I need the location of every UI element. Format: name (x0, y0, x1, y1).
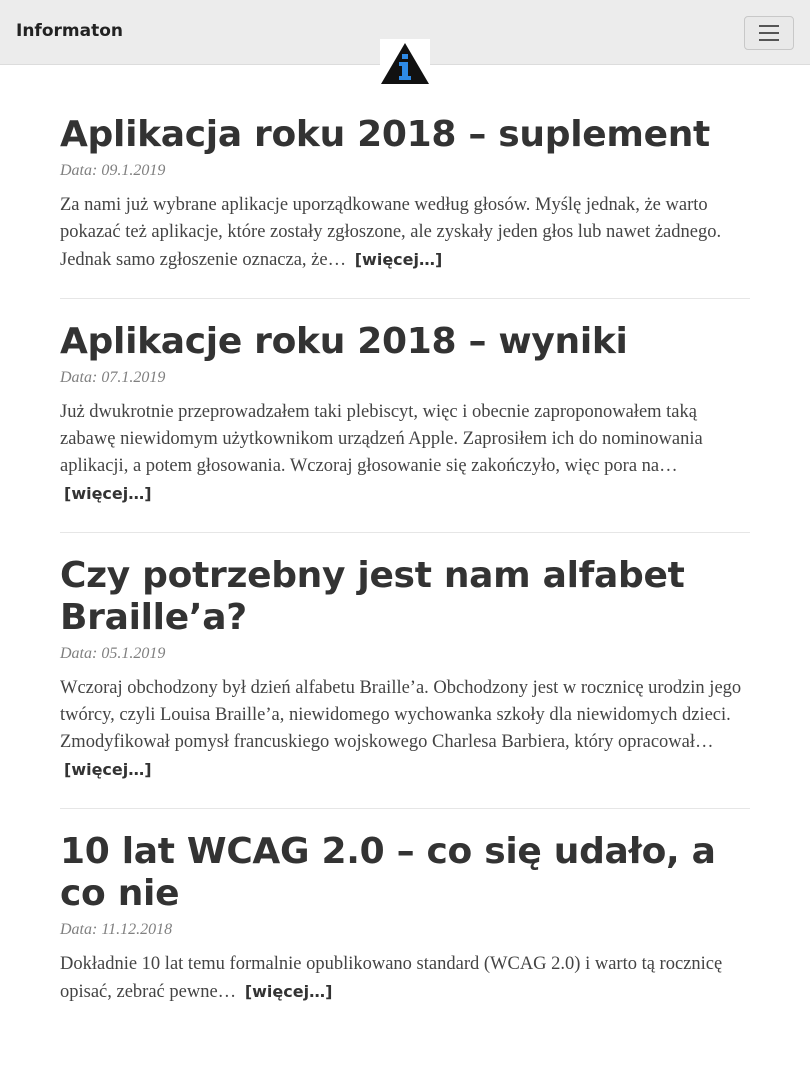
read-more-link[interactable]: [więcej…] (64, 760, 152, 779)
date-label: Data: (60, 645, 98, 662)
post-item: Czy potrzebny jest nam alfabet Braille’a… (60, 555, 750, 809)
hamburger-icon-line (759, 32, 779, 34)
date-value: 05.1.2019 (101, 645, 166, 662)
post-divider (60, 532, 750, 533)
post-title: Czy potrzebny jest nam alfabet Braille’a… (60, 555, 750, 639)
hamburger-icon-line (759, 39, 779, 41)
excerpt-text: Już dwukrotnie przeprowadzałem taki pleb… (60, 402, 703, 476)
date-value: 07.1.2019 (101, 369, 166, 386)
post-title-link[interactable]: Aplikacje roku 2018 – wyniki (60, 321, 628, 362)
post-excerpt: Już dwukrotnie przeprowadzałem taki pleb… (60, 399, 750, 508)
date-label: Data: (60, 921, 98, 938)
post-divider (60, 298, 750, 299)
site-logo[interactable] (380, 39, 430, 86)
post-item: Aplikacje roku 2018 – wyniki Data: 07.1.2… (60, 321, 750, 533)
date-label: Data: (60, 162, 98, 179)
date-value: 09.1.2019 (101, 162, 166, 179)
post-divider (60, 808, 750, 809)
info-triangle-icon (381, 43, 429, 84)
post-date: Data: 09.1.2019 (60, 162, 750, 180)
read-more-link[interactable]: [więcej…] (64, 484, 152, 503)
post-list: Aplikacja roku 2018 – suplement Data: 09.… (60, 92, 750, 1006)
post-excerpt: Dokładnie 10 lat temu formalnie opubliko… (60, 951, 750, 1006)
post-item: Aplikacja roku 2018 – suplement Data: 09.… (60, 114, 750, 299)
post-title: 10 lat WCAG 2.0 – co się udało, a co nie (60, 831, 750, 915)
read-more-link[interactable]: [więcej…] (355, 250, 443, 269)
post-title: Aplikacje roku 2018 – wyniki (60, 321, 750, 363)
post-date: Data: 11.12.2018 (60, 921, 750, 939)
post-excerpt: Za nami już wybrane aplikacje uporządkow… (60, 192, 750, 274)
site-brand[interactable]: Informaton (16, 21, 123, 41)
post-title: Aplikacja roku 2018 – suplement (60, 114, 750, 156)
post-date: Data: 07.1.2019 (60, 369, 750, 387)
excerpt-text: Wczoraj obchodzony był dzień alfabetu Br… (60, 678, 742, 752)
post-item: 10 lat WCAG 2.0 – co się udało, a co nie… (60, 831, 750, 1006)
post-excerpt: Wczoraj obchodzony był dzień alfabetu Br… (60, 675, 750, 784)
hamburger-icon (759, 25, 779, 27)
post-title-link[interactable]: 10 lat WCAG 2.0 – co się udało, a co nie (60, 831, 716, 914)
excerpt-text: Dokładnie 10 lat temu formalnie opubliko… (60, 954, 723, 1002)
post-date: Data: 05.1.2019 (60, 645, 750, 663)
date-label: Data: (60, 369, 98, 386)
date-value: 11.12.2018 (101, 921, 173, 938)
post-title-link[interactable]: Aplikacja roku 2018 – suplement (60, 114, 710, 155)
menu-toggle-button[interactable] (744, 16, 794, 50)
read-more-link[interactable]: [więcej…] (245, 982, 333, 1001)
post-title-link[interactable]: Czy potrzebny jest nam alfabet Braille’a… (60, 555, 685, 638)
